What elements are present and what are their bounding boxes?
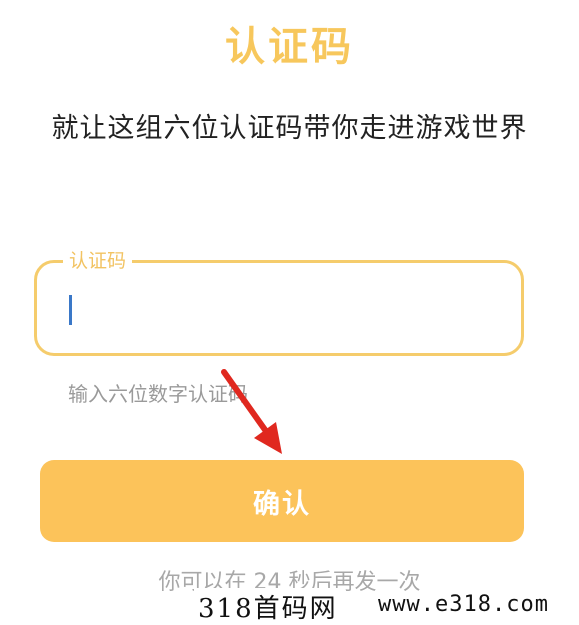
code-field[interactable]: 认证码 xyxy=(34,246,524,356)
page-subtitle: 就让这组六位认证码带你走进游戏世界 xyxy=(51,113,528,144)
code-input[interactable] xyxy=(65,287,489,333)
page-title: 认证码 xyxy=(225,24,354,70)
red-arrow-icon xyxy=(221,369,282,454)
watermark-url: www.e318.com xyxy=(376,592,551,617)
confirm-button[interactable]: 确认 xyxy=(40,460,524,542)
code-field-label: 认证码 xyxy=(63,246,133,276)
text-caret xyxy=(69,295,72,325)
watermark-site-name: 318首码网 xyxy=(194,588,342,625)
